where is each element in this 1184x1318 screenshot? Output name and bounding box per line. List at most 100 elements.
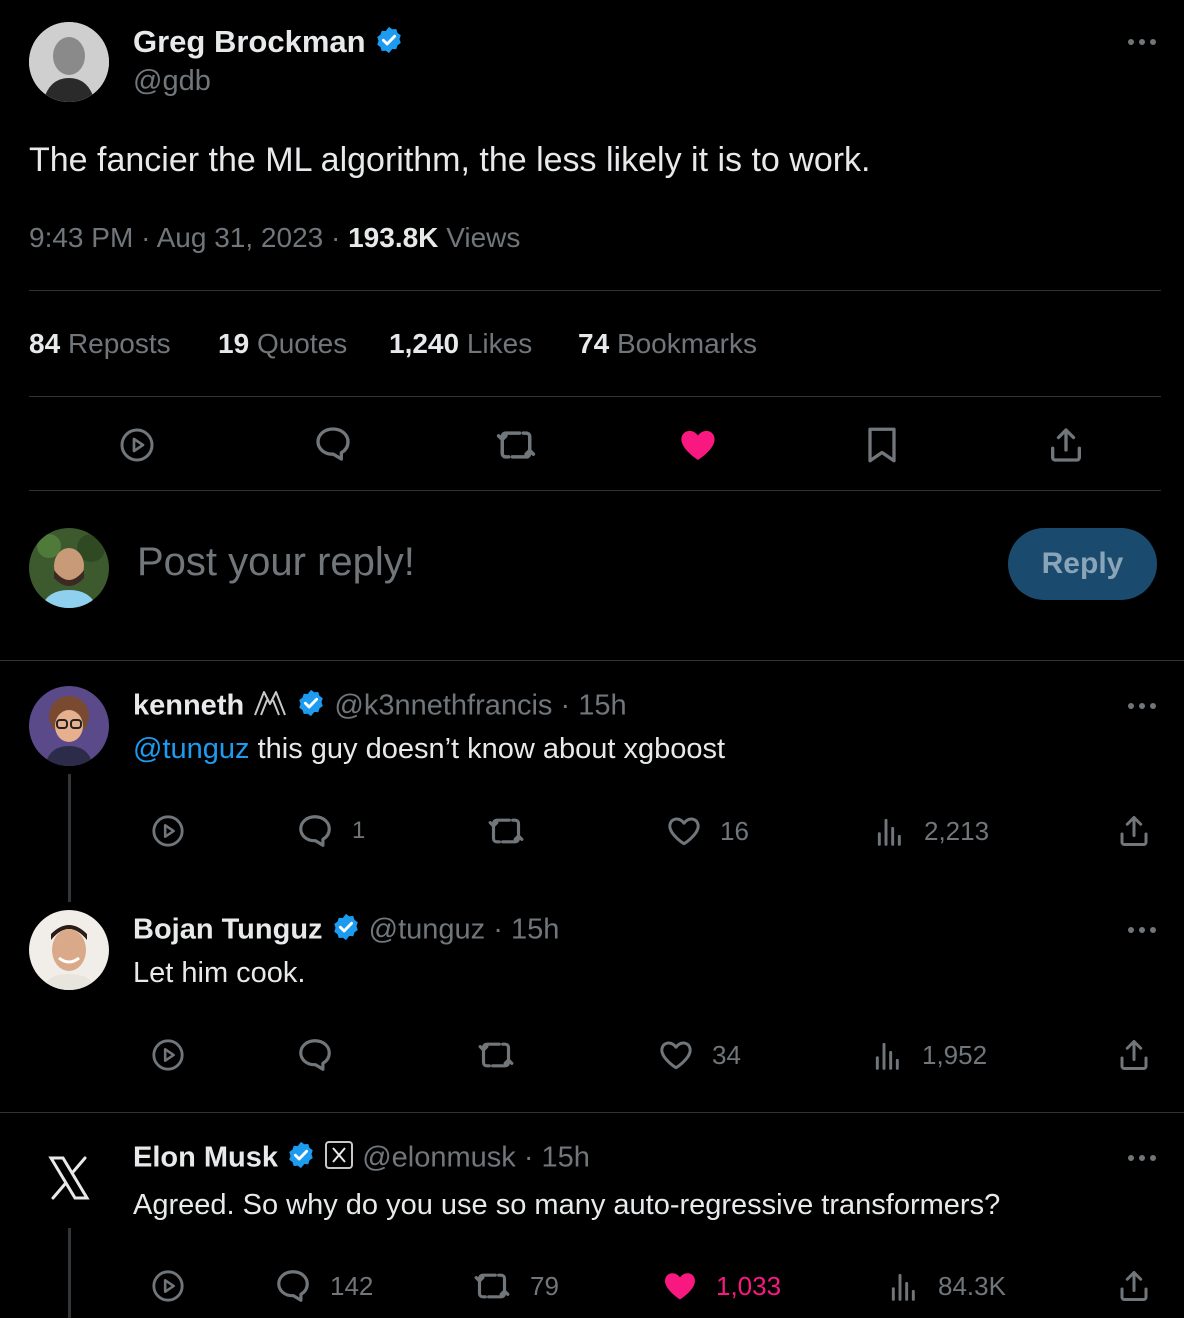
x-logo-icon [48,1156,90,1200]
reply-time[interactable]: · 15h [561,690,627,722]
views-button[interactable]: 1,952 [872,1030,987,1080]
stat-likes[interactable]: 1,240 Likes [389,328,532,360]
verified-badge-icon [296,688,326,726]
more-options-icon[interactable] [1122,696,1162,716]
divider [0,1112,1184,1113]
more-options-icon[interactable] [1122,32,1162,52]
bookmark-icon[interactable] [862,423,902,467]
author-avatar-image [29,22,109,102]
repost-icon [488,818,524,844]
analytics-icon [877,818,901,846]
more-options-icon[interactable] [1122,1148,1162,1168]
heart-icon [668,817,700,846]
stat-quotes[interactable]: 19 Quotes [218,328,347,360]
repost-count: 79 [530,1270,559,1301]
views-count: 193.8K [348,222,439,253]
reply-avatar-kenneth[interactable] [29,686,109,766]
stat-count: 19 [218,328,250,359]
like-count: 1,033 [716,1270,782,1301]
views-button[interactable]: 2,213 [874,806,989,856]
like-count: 34 [712,1039,741,1070]
reply-count: 1 [352,817,366,844]
reply-time[interactable]: · 15h [524,1142,590,1174]
reply-action-bar: 1 16 2,213 [0,806,1184,856]
views-icon[interactable] [117,425,157,465]
reply-author-handle[interactable]: @k3nnethfrancis [334,690,552,722]
reply-icon[interactable] [312,423,354,465]
current-user-avatar-image [29,528,109,608]
reply-time[interactable]: · 15h [493,914,559,946]
reply-count-button[interactable]: 1 [296,806,365,856]
meta-separator: · [141,222,151,253]
reply-author-handle[interactable]: @tunguz [369,914,486,946]
repost-button[interactable]: 79 [472,1261,559,1311]
like-button[interactable]: 1,033 [662,1261,781,1311]
stat-label: Reposts [67,328,171,359]
stat-label: Likes [466,328,533,359]
views-icon[interactable] [150,1268,186,1304]
current-user-avatar[interactable] [29,528,109,608]
reply-author-name[interactable]: kenneth [133,690,244,722]
stat-reposts[interactable]: 84 Reposts [29,328,171,360]
mention-link[interactable]: @tunguz [133,733,250,765]
repost-icon[interactable] [494,423,538,467]
views-count: 1,952 [922,1039,988,1070]
reply-count: 142 [330,1270,374,1301]
verified-badge-icon [374,25,404,63]
kenneth-avatar-image [29,686,109,766]
affiliate-x-badge-icon [324,1140,354,1178]
post-date[interactable]: Aug 31, 2023 [157,222,324,253]
more-options-icon[interactable] [1122,920,1162,940]
stat-label: Quotes [256,328,348,359]
verified-badge-icon [331,912,361,950]
views-count: 2,213 [924,815,990,846]
divider [29,396,1161,397]
reply-action-bar: 34 1,952 [0,1030,1184,1080]
author-avatar[interactable] [29,22,109,102]
reply-icon [299,815,331,847]
share-icon[interactable] [1114,811,1154,851]
reply-avatar-elon[interactable] [29,1138,109,1218]
divider [0,660,1184,661]
analytics-icon [891,1273,915,1301]
share-icon[interactable] [1044,423,1088,467]
reply-body: Let him cook. [133,957,306,989]
repost-button[interactable] [486,806,544,856]
reply-count-button[interactable] [296,1030,352,1080]
reply-header: Bojan Tunguz @tunguz · 15h [133,912,559,950]
stat-label: Bookmarks [616,328,757,359]
reply-count-button[interactable]: 142 [274,1261,373,1311]
like-button[interactable]: 16 [666,806,749,856]
verified-badge-icon [286,1140,316,1178]
repost-icon [474,1273,510,1299]
reply-author-name[interactable]: Bojan Tunguz [133,914,323,946]
reply-text: @tunguz this guy doesn’t know about xgbo… [133,733,725,766]
repost-button[interactable] [476,1030,534,1080]
divider [29,490,1161,491]
reply-author-name[interactable]: Elon Musk [133,1142,278,1174]
analytics-icon [875,1042,899,1070]
like-button[interactable]: 34 [658,1030,741,1080]
author-handle[interactable]: @gdb [133,65,211,98]
heart-filled-icon[interactable] [676,423,720,467]
stat-bookmarks[interactable]: 74 Bookmarks [578,328,757,360]
reply-action-bar: 142 79 1,033 84.3K [0,1261,1184,1311]
share-icon[interactable] [1114,1266,1154,1306]
post-time[interactable]: 9:43 PM [29,222,133,253]
reply-body: this guy doesn’t know about xgboost [249,733,726,765]
views-icon[interactable] [150,1037,186,1073]
heart-icon [660,1041,692,1070]
stat-count: 84 [29,328,61,359]
post-text: The fancier the ML algorithm, the less l… [29,141,871,179]
reply-input[interactable]: Post your reply! [137,540,415,585]
reply-avatar-bojan[interactable] [29,910,109,990]
views-icon[interactable] [150,813,186,849]
reply-button[interactable]: Reply [1008,528,1157,600]
divider [29,290,1161,291]
reply-author-handle[interactable]: @elonmusk [362,1142,516,1174]
views-button[interactable]: 84.3K [888,1261,1006,1311]
post-meta: 9:43 PM · Aug 31, 2023 · 193.8K Views [29,222,520,254]
views-label: Views [446,222,521,253]
share-icon[interactable] [1114,1035,1154,1075]
author-name[interactable]: Greg Brockman [133,24,366,59]
